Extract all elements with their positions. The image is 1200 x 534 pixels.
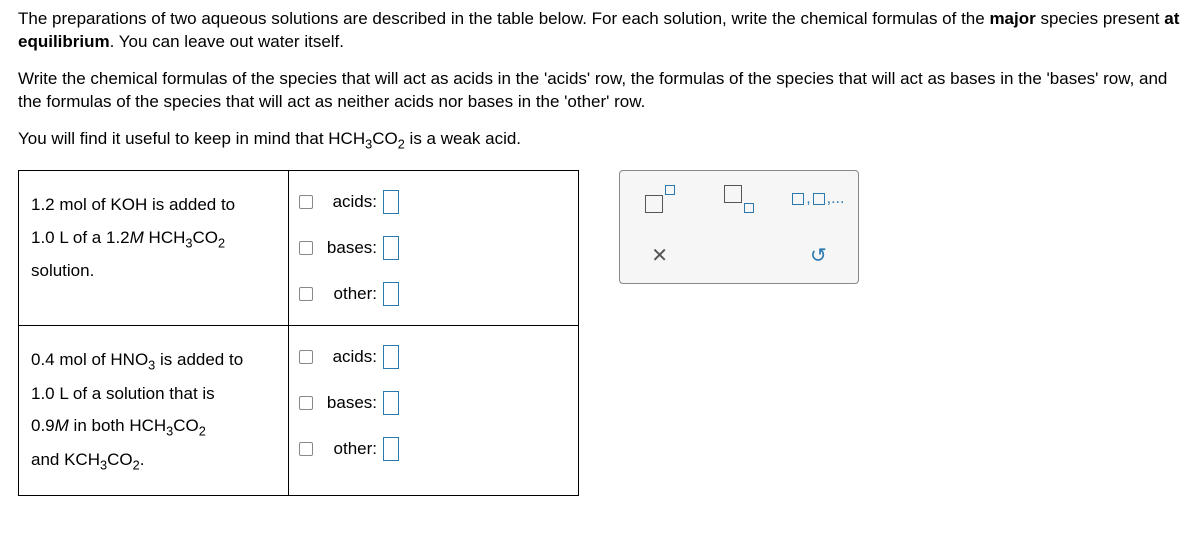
subscript-button[interactable] — [699, 171, 778, 227]
bases-label: bases: — [319, 238, 377, 258]
solution-1-description: 1.2 mol of KOH is added to 1.0 L of a 1.… — [19, 171, 289, 326]
instruction-p2: Write the chemical formulas of the speci… — [18, 68, 1182, 114]
bases-label: bases: — [319, 393, 377, 413]
none-checkbox[interactable] — [299, 287, 313, 301]
undo-icon: ↺ — [810, 243, 827, 268]
none-checkbox[interactable] — [299, 195, 313, 209]
tool-palette: ,,... ✕ ↺ — [619, 170, 859, 284]
other-label: other: — [319, 284, 377, 304]
acids-input[interactable] — [383, 190, 399, 214]
undo-button[interactable]: ↺ — [779, 227, 858, 283]
formula-hch3co2: HCH3CO2 — [149, 228, 226, 247]
acids-label: acids: — [319, 347, 377, 367]
acids-label: acids: — [319, 192, 377, 212]
subscript-icon — [724, 185, 754, 213]
instruction-p1: The preparations of two aqueous solution… — [18, 8, 1182, 54]
other-input[interactable] — [383, 437, 399, 461]
superscript-icon — [645, 185, 675, 213]
none-checkbox[interactable] — [299, 241, 313, 255]
none-checkbox[interactable] — [299, 350, 313, 364]
list-icon: ,,... — [792, 190, 844, 208]
bases-input[interactable] — [383, 391, 399, 415]
formula-hch3co2: HCH3CO2 — [129, 416, 206, 435]
bases-input[interactable] — [383, 236, 399, 260]
solution-2-fields: acids: bases: other: — [289, 326, 579, 496]
superscript-button[interactable] — [620, 171, 699, 227]
solution-2-description: 0.4 mol of HNO3 is added to 1.0 L of a s… — [19, 326, 289, 496]
close-icon: ✕ — [651, 243, 668, 268]
acids-input[interactable] — [383, 345, 399, 369]
spacer — [699, 227, 778, 283]
solutions-table: 1.2 mol of KOH is added to 1.0 L of a 1.… — [18, 170, 579, 496]
formula-hch3co2: HCH3CO2 — [328, 129, 405, 148]
other-label: other: — [319, 439, 377, 459]
instructions: The preparations of two aqueous solution… — [18, 8, 1182, 152]
none-checkbox[interactable] — [299, 396, 313, 410]
solution-1-fields: acids: bases: other: — [289, 171, 579, 326]
none-checkbox[interactable] — [299, 442, 313, 456]
instruction-p3: You will find it useful to keep in mind … — [18, 128, 1182, 153]
other-input[interactable] — [383, 282, 399, 306]
list-button[interactable]: ,,... — [779, 171, 858, 227]
clear-button[interactable]: ✕ — [620, 227, 699, 283]
